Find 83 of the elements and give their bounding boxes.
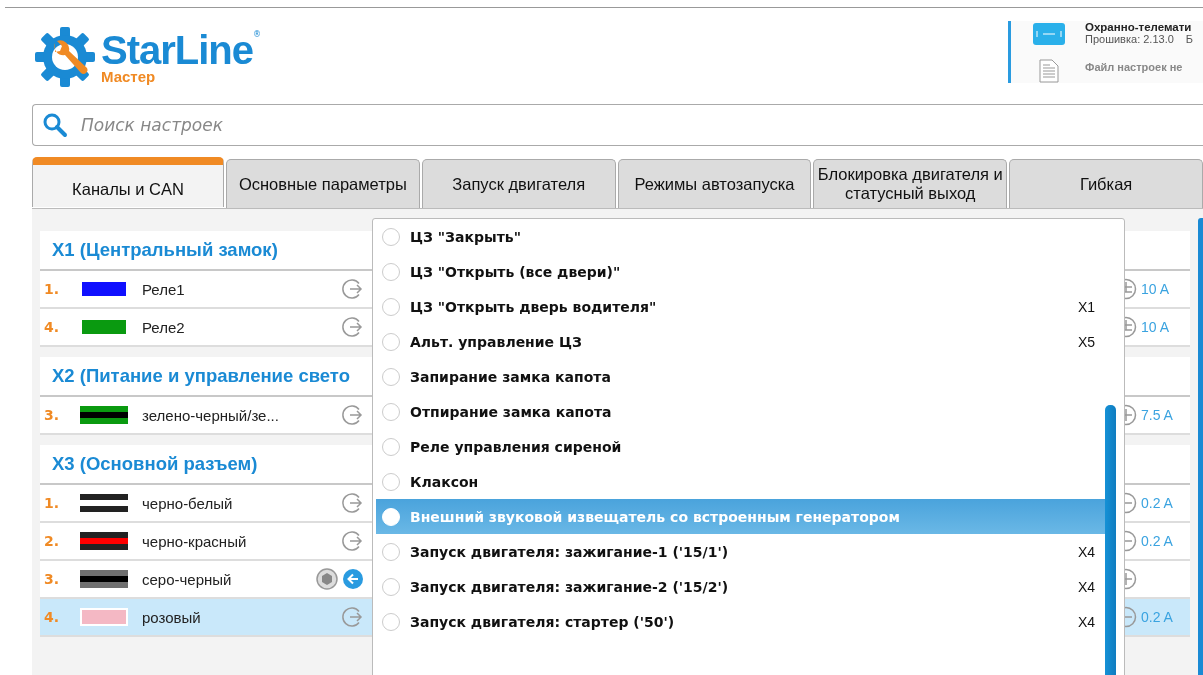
wire-label: черно-белый	[142, 494, 234, 512]
device-title: Охранно-телемати	[1085, 21, 1193, 33]
cube-icon[interactable]	[316, 568, 338, 590]
dropdown-option[interactable]: Запуск двигателя: зажигание-2 ('15/2') X4	[376, 569, 1107, 604]
radio-button[interactable]	[382, 437, 400, 456]
settings-file-status: Файл настроек не	[1085, 61, 1184, 73]
search-icon	[42, 112, 68, 138]
arrow-out-icon[interactable]	[342, 278, 364, 300]
arrow-left-icon[interactable]	[342, 568, 364, 590]
section-title: X1 (Центральный замок)	[52, 239, 279, 261]
radio-button[interactable]	[382, 472, 400, 491]
dropdown-option[interactable]: Запирание замка капота	[376, 359, 1107, 394]
wire-color-swatch	[80, 532, 128, 550]
current-rating: 10 A	[1141, 281, 1170, 297]
pin-number: 3.	[44, 407, 61, 423]
tab[interactable]: Основные параметры	[226, 159, 420, 208]
gear-wrench-icon	[33, 25, 97, 89]
current-rating: 10 A	[1141, 319, 1170, 335]
connector-label: X4	[1077, 543, 1095, 560]
radio-button[interactable]	[382, 332, 400, 351]
firmware-version: Прошивка: 2.13.0	[1085, 33, 1174, 45]
connector-label: X4	[1077, 578, 1095, 595]
search-field[interactable]: Поиск настроек	[32, 104, 1203, 146]
radio-button[interactable]	[382, 542, 400, 561]
wire-label: зелено-черный/зе...	[142, 406, 280, 424]
tab[interactable]: Гибкая	[1009, 159, 1203, 208]
brand-name: StarLine	[101, 29, 254, 70]
dropdown-option[interactable]: Реле управления сиреной	[376, 429, 1107, 464]
pin-number: 4.	[44, 609, 61, 625]
section-title: X2 (Питание и управление свето	[52, 365, 351, 387]
tab[interactable]: Блокировка двигателя и статусный выход	[813, 159, 1008, 208]
current-rating: 0.2 A	[1141, 533, 1173, 549]
firmware-extra: Б	[1185, 33, 1194, 45]
pin-number: 1.	[44, 495, 61, 511]
current-rating: 0.2 A	[1141, 495, 1173, 511]
connector-label: X4	[1077, 613, 1095, 630]
wire-label: Реле1	[142, 280, 186, 298]
brand-subtitle: Мастер	[101, 67, 157, 85]
connector-label: X5	[1077, 333, 1095, 350]
wire-color-swatch	[80, 608, 128, 626]
pin-number: 2.	[44, 533, 61, 549]
dropdown-option[interactable]: Клаксон	[376, 464, 1107, 499]
scrollbar-thumb[interactable]	[1105, 405, 1116, 675]
dropdown-option[interactable]: ЦЗ "Открыть дверь водителя" X1	[376, 289, 1107, 324]
wire-color-swatch	[80, 318, 128, 336]
pin-number: 1.	[44, 281, 61, 297]
wire-label: серо-черный	[142, 570, 233, 588]
wire-color-swatch	[80, 280, 128, 298]
pin-number: 4.	[44, 319, 61, 335]
pin-number: 3.	[44, 571, 61, 587]
current-rating: 7.5 A	[1141, 407, 1173, 423]
arrow-out-icon[interactable]	[342, 530, 364, 552]
dropdown-option[interactable]: ЦЗ "Открыть (все двери)"	[376, 254, 1107, 289]
radio-button[interactable]	[382, 367, 400, 386]
tab[interactable]: Каналы и CAN	[32, 157, 224, 207]
section-title: X3 (Основной разъем)	[52, 453, 259, 475]
radio-button[interactable]	[382, 402, 400, 421]
arrow-out-icon[interactable]	[342, 492, 364, 514]
radio-button[interactable]	[382, 227, 400, 246]
tab[interactable]: Запуск двигателя	[421, 159, 616, 208]
radio-button[interactable]	[382, 612, 400, 631]
registered-mark: ®	[253, 29, 262, 39]
arrow-out-icon[interactable]	[342, 404, 364, 426]
connector-label: X1	[1077, 298, 1095, 315]
dropdown-option[interactable]: Запуск двигателя: зажигание-1 ('15/1') X4	[376, 534, 1107, 569]
wire-label: черно-красный	[142, 532, 248, 550]
tab[interactable]: Режимы автозапуска	[617, 159, 812, 208]
wire-color-swatch	[80, 570, 128, 588]
radio-button[interactable]	[382, 297, 400, 316]
scrollbar[interactable]	[1198, 218, 1203, 675]
wire-color-swatch	[80, 406, 128, 424]
dropdown-option[interactable]: Запуск двигателя: стартер ('50') X4	[376, 604, 1107, 639]
dropdown-option[interactable]: Отпирание замка капота	[376, 394, 1107, 429]
arrow-out-icon[interactable]	[342, 316, 364, 338]
dropdown-option[interactable]: ЦЗ "Закрыть"	[376, 219, 1107, 254]
radio-button[interactable]	[382, 262, 400, 281]
current-rating: 0.2 A	[1141, 609, 1173, 625]
dropdown-option[interactable]: Альт. управление ЦЗ X5	[376, 324, 1107, 359]
wire-label: Реле2	[142, 318, 186, 336]
radio-button[interactable]	[382, 577, 400, 596]
wire-label: розовый	[142, 608, 202, 626]
wire-color-swatch	[80, 494, 128, 512]
arrow-out-icon[interactable]	[342, 606, 364, 628]
